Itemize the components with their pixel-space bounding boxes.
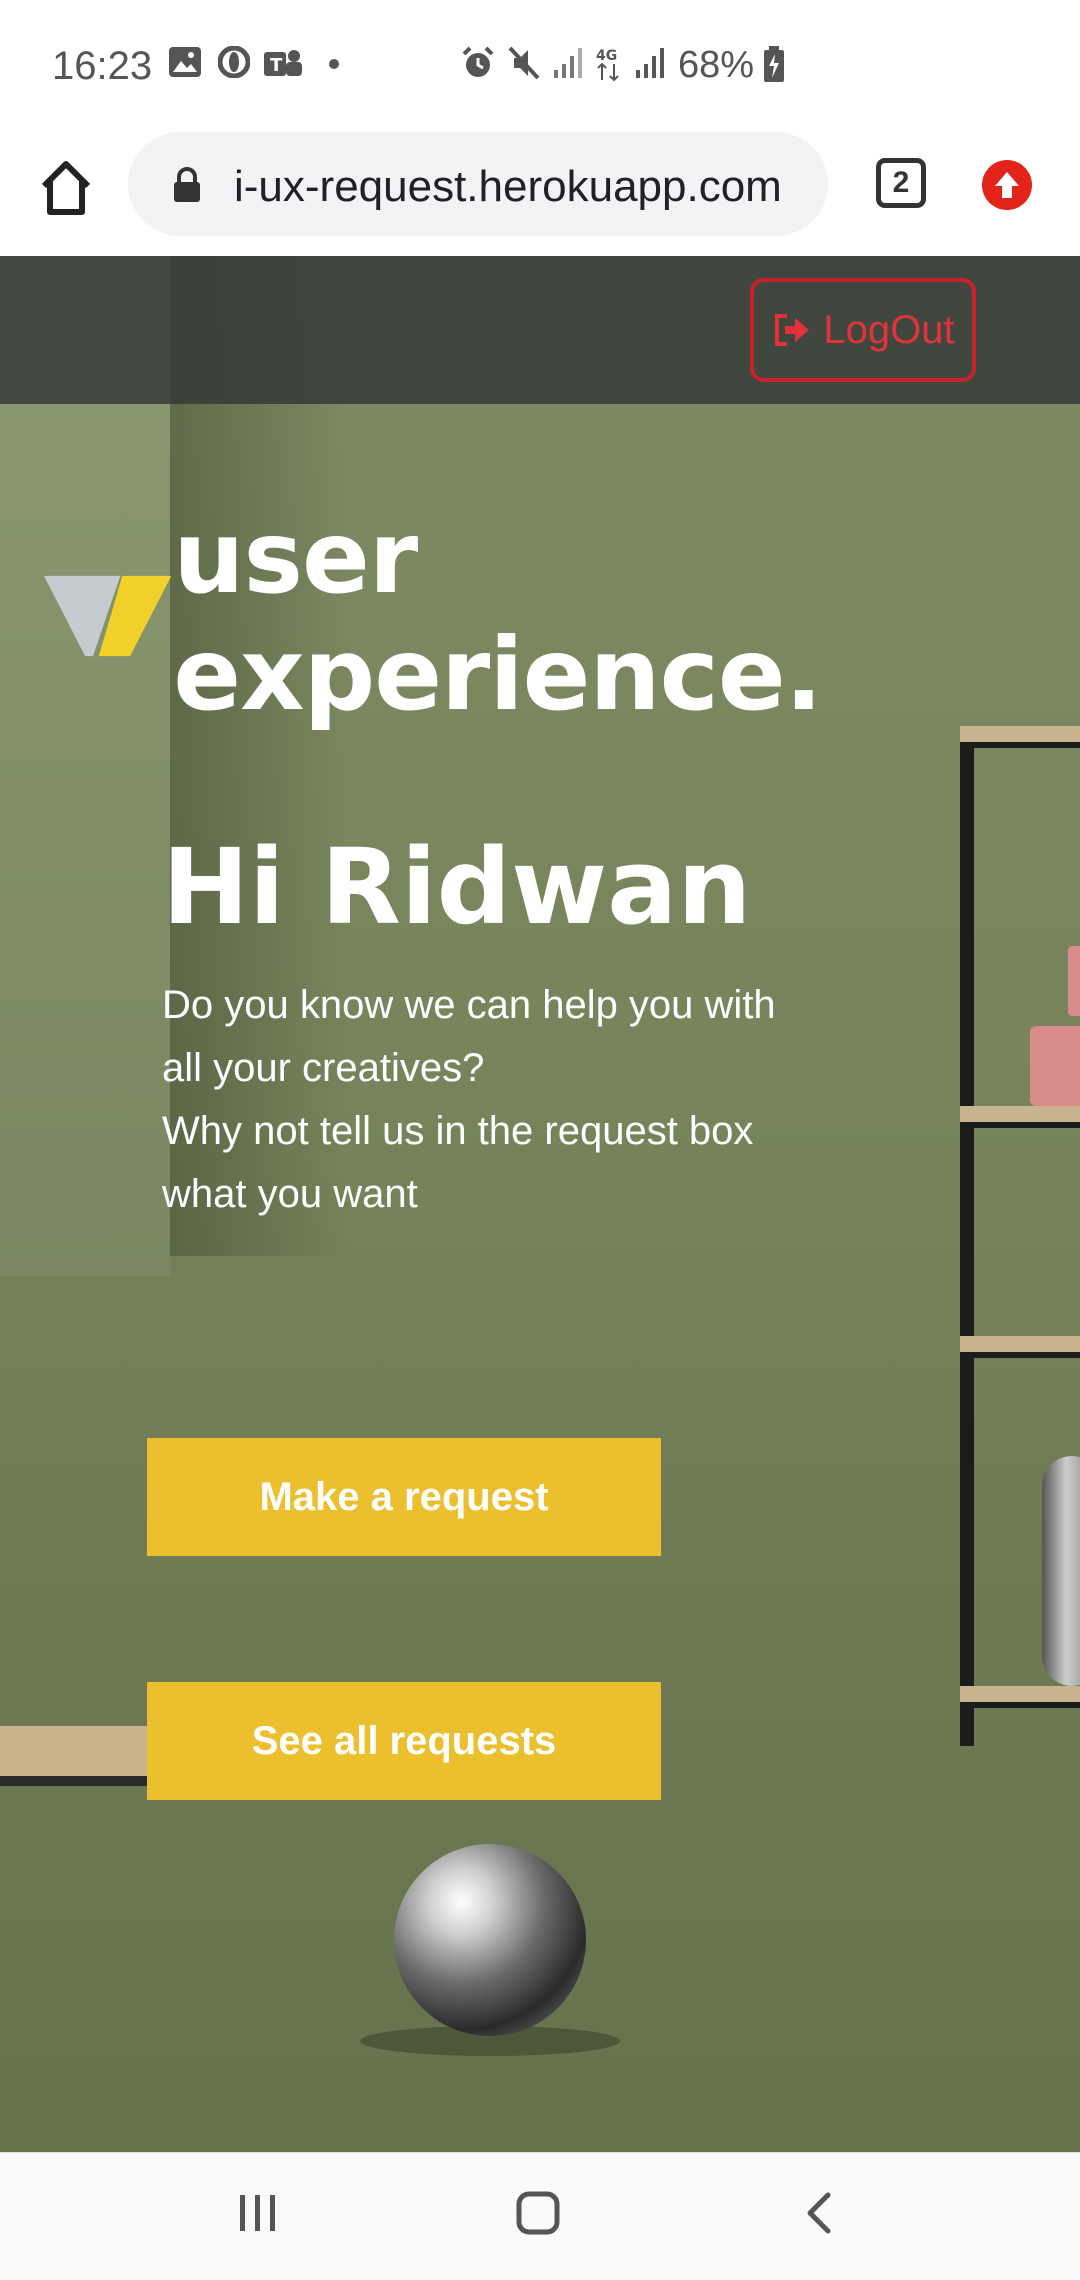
background-shelf-board <box>960 1686 1080 1708</box>
system-navigation-bar <box>0 2152 1080 2280</box>
background-jar <box>1068 946 1080 1016</box>
background-plinth <box>0 1726 150 1786</box>
intro-line: what you want <box>162 1172 418 1216</box>
battery-percentage: 68% <box>678 44 755 86</box>
logout-label: LogOut <box>823 307 955 352</box>
mute-icon <box>508 46 540 80</box>
background-cylinder <box>1042 1456 1080 1686</box>
intro-line: Why not tell us in the request box <box>162 1109 754 1153</box>
background-jar <box>1030 1026 1080 1106</box>
gallery-icon <box>169 47 201 77</box>
make-request-button[interactable]: Make a request <box>147 1438 661 1556</box>
web-page: LogOut user experience. Hi Ridwan Do you… <box>0 256 1080 2152</box>
background-chrome-ball <box>394 1844 586 2036</box>
svg-text:4G: 4G <box>596 48 617 64</box>
background-shelf-board <box>960 1106 1080 1128</box>
logout-icon <box>775 314 810 346</box>
brand-text: user experience. <box>173 499 822 733</box>
greeting-heading: Hi Ridwan <box>162 826 752 948</box>
logout-button[interactable]: LogOut <box>750 278 976 382</box>
url-text[interactable]: i-ux-request.herokuapp.com <box>234 162 824 212</box>
opera-icon <box>218 46 250 78</box>
lock-icon <box>174 167 200 202</box>
alarm-icon <box>462 46 494 77</box>
top-navigation: LogOut <box>0 256 1080 404</box>
background-wall <box>0 256 170 1276</box>
signal-icon <box>636 48 664 78</box>
home-icon[interactable] <box>38 158 94 218</box>
teams-icon: T <box>264 50 302 76</box>
intro-line: all your creatives? <box>162 1046 485 1090</box>
brand: user experience. <box>44 499 1080 733</box>
status-bar: 16:23 T 4G 68% <box>0 0 1080 128</box>
address-bar[interactable]: i-ux-request.herokuapp.com <box>128 132 828 236</box>
background-floor <box>0 1556 1080 2152</box>
browser-toolbar: i-ux-request.herokuapp.com 2 <box>0 128 1080 256</box>
signal-icon <box>554 48 582 78</box>
home-nav-icon[interactable] <box>514 2189 562 2237</box>
brand-logo <box>44 575 172 657</box>
battery-charging-icon <box>764 46 784 82</box>
status-time: 16:23 <box>52 44 153 88</box>
recent-apps-icon[interactable] <box>234 2189 282 2237</box>
tabs-icon[interactable]: 2 <box>876 158 926 208</box>
intro-line: Do you know we can help you with <box>162 983 776 1027</box>
svg-text:T: T <box>270 55 283 76</box>
intro-text: Do you know we can help you with all you… <box>162 974 862 1226</box>
dot-icon <box>329 59 339 69</box>
background-shelf-board <box>960 1336 1080 1358</box>
4g-icon: 4G <box>596 48 619 82</box>
see-all-requests-button[interactable]: See all requests <box>147 1682 661 1800</box>
update-icon[interactable] <box>982 160 1032 210</box>
back-icon[interactable] <box>800 2189 840 2237</box>
